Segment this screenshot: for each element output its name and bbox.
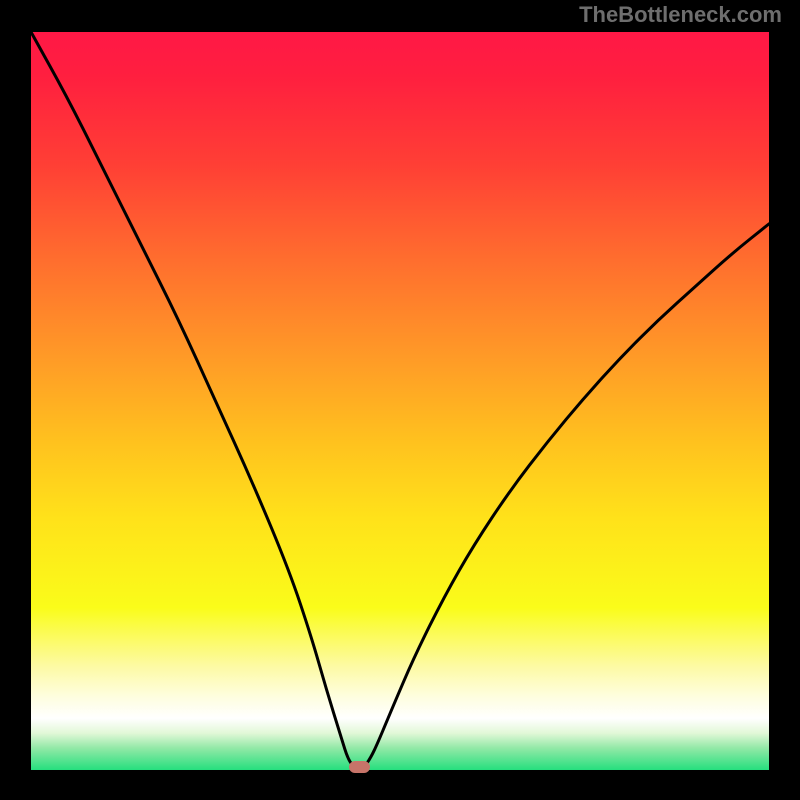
optimum-marker (349, 761, 370, 774)
plot-area (31, 32, 769, 770)
chart-frame: TheBottleneck.com (0, 0, 800, 800)
curve-path (31, 32, 769, 769)
bottleneck-curve (31, 32, 769, 770)
attribution-label: TheBottleneck.com (579, 2, 782, 28)
